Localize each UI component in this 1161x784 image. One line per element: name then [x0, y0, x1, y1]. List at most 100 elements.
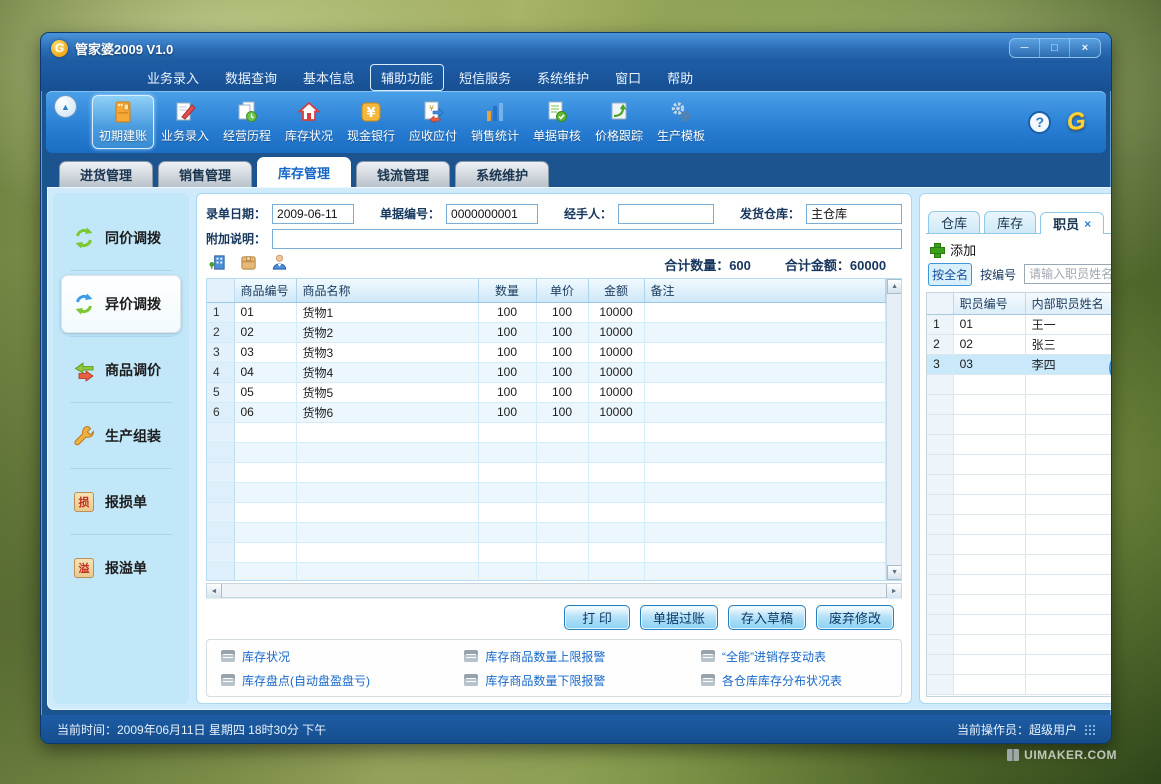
- tab-purchase-management[interactable]: 进货管理: [59, 161, 153, 187]
- note-label: 附加说明：: [206, 230, 266, 247]
- sidebar-item-loss-report[interactable]: 损 报损单: [61, 473, 181, 531]
- audit-icon: [544, 100, 570, 124]
- sidebar-label: 报损单: [105, 492, 147, 512]
- collapse-toolbar-icon[interactable]: ▲: [54, 95, 77, 118]
- table-row[interactable]: 303货物310010010000: [207, 342, 886, 362]
- list-item-selected[interactable]: 303李四: [927, 354, 1112, 374]
- maximize-icon[interactable]: □: [1040, 39, 1070, 57]
- menu-item-window[interactable]: 窗口: [604, 64, 652, 91]
- menu-item-sms-service[interactable]: 短信服务: [448, 64, 522, 91]
- horizontal-scrollbar[interactable]: ◄ ►: [206, 583, 902, 598]
- sidebar-item-diff-price-transfer[interactable]: 异价调拨: [61, 275, 181, 333]
- staff-search-input[interactable]: [1024, 264, 1112, 284]
- filter-by-code[interactable]: 按编号: [977, 264, 1019, 285]
- toolbar-item-cash-bank[interactable]: ¥ 现金银行: [340, 95, 402, 149]
- warehouse-input[interactable]: [806, 204, 902, 224]
- print-button[interactable]: 打 印: [564, 605, 630, 630]
- sidebar-label: 异价调拨: [105, 294, 161, 314]
- pen-paper-icon: [172, 100, 198, 124]
- scroll-right-icon[interactable]: ►: [886, 584, 901, 599]
- staff-picker-panel: × 仓库 库存 职员× 添加 按全名 按编号 搜索: [919, 193, 1112, 704]
- sidebar: 同价调拨 异价调拨 商品调价 生产组装 损: [53, 193, 189, 704]
- date-input[interactable]: [272, 204, 354, 224]
- toolbar-label: 现金银行: [347, 127, 395, 144]
- menu-item-aux-functions[interactable]: 辅助功能: [370, 64, 444, 91]
- same-price-transfer-icon: [72, 226, 96, 250]
- scroll-down-icon[interactable]: ▼: [887, 565, 902, 580]
- note-input[interactable]: [272, 229, 902, 249]
- add-label[interactable]: 添加: [950, 240, 976, 259]
- close-icon[interactable]: ×: [1070, 39, 1100, 57]
- tab-cashflow-management[interactable]: 钱流管理: [356, 161, 450, 187]
- tab-close-icon[interactable]: ×: [1084, 217, 1091, 231]
- table-row[interactable]: 505货物510010010000: [207, 382, 886, 402]
- table-row[interactable]: 202货物210010010000: [207, 322, 886, 342]
- post-document-button[interactable]: 单据过账: [640, 605, 718, 630]
- toolbar-item-production-template[interactable]: 生产模板: [650, 95, 712, 149]
- tab-sales-management[interactable]: 销售管理: [158, 161, 252, 187]
- toolbar-item-initial-setup[interactable]: 初期建账: [92, 95, 154, 149]
- toolbar-item-sales-stats[interactable]: 销售统计: [464, 95, 526, 149]
- tab-inventory-management[interactable]: 库存管理: [257, 157, 351, 187]
- status-current-time: 当前时间：2009年06月11日 星期四 18时30分 下午: [57, 721, 326, 738]
- toolbar-item-receivable-payable[interactable]: ¥ 应收应付: [402, 95, 464, 149]
- toolbar-item-business-history[interactable]: 经营历程: [216, 95, 278, 149]
- link-stock-lower-limit-alert[interactable]: 库存商品数量下限报警: [464, 672, 701, 689]
- table-row[interactable]: 404货物410010010000: [207, 362, 886, 382]
- item-grid: 商品编号 商品名称 数量 单价 金额 备注 101货物110010010000: [206, 278, 902, 581]
- save-draft-button[interactable]: 存入草稿: [728, 605, 806, 630]
- menu-item-system-maintenance[interactable]: 系统维护: [526, 64, 600, 91]
- list-item[interactable]: 101王一: [927, 314, 1112, 334]
- table-row[interactable]: 101货物110010010000: [207, 302, 886, 322]
- table-row[interactable]: 606货物610010010000: [207, 402, 886, 422]
- handler-label: 经手人：: [564, 205, 612, 222]
- col-staff-code: 职员编号: [953, 293, 1025, 314]
- scroll-left-icon[interactable]: ◄: [207, 584, 222, 599]
- tab-system-maintenance[interactable]: 系统维护: [455, 161, 549, 187]
- toolbar-item-inventory-status[interactable]: 库存状况: [278, 95, 340, 149]
- filter-by-fullname[interactable]: 按全名: [928, 263, 972, 286]
- goods-picker-icon[interactable]: [239, 253, 258, 277]
- add-icon[interactable]: [930, 243, 943, 256]
- vertical-scrollbar[interactable]: ▲ ▼: [886, 279, 901, 580]
- toolbar-label: 销售统计: [471, 127, 519, 144]
- history-icon: [234, 100, 260, 124]
- link-warehouse-distribution-report[interactable]: 各仓库库存分布状况表: [701, 672, 897, 689]
- picker-tab-warehouse[interactable]: 仓库: [928, 211, 980, 233]
- discard-changes-button[interactable]: 废弃修改: [816, 605, 894, 630]
- handler-input[interactable]: [618, 204, 714, 224]
- desktop: G 管家婆2009 V1.0 ─ □ × 业务录入 数据查询 基本信息 辅助功能…: [0, 0, 1161, 784]
- sidebar-item-same-price-transfer[interactable]: 同价调拨: [61, 209, 181, 267]
- resize-grip-icon[interactable]: [1085, 725, 1095, 735]
- loss-stamp-icon: 损: [72, 490, 96, 514]
- staff-picker-icon[interactable]: [270, 253, 289, 277]
- link-inventory-status[interactable]: 库存状况: [221, 648, 464, 665]
- staff-grid-header: 职员编号 内部职员姓名: [927, 293, 1112, 314]
- toolbar-label: 生产模板: [657, 127, 705, 144]
- list-item[interactable]: 202张三: [927, 334, 1112, 354]
- help-icon[interactable]: ?: [1028, 111, 1051, 134]
- picker-tab-staff[interactable]: 职员×: [1040, 212, 1104, 234]
- toolbar-item-business-entry[interactable]: 业务录入: [154, 95, 216, 149]
- link-allpowerful-flow-report[interactable]: “全能”进销存变动表: [701, 648, 897, 665]
- doc-no-input[interactable]: [446, 204, 538, 224]
- sidebar-item-overflow-report[interactable]: 溢 报溢单: [61, 539, 181, 597]
- sidebar-label: 商品调价: [105, 360, 161, 380]
- link-stocktaking[interactable]: 库存盘点(自动盘盈盘亏): [221, 672, 464, 689]
- menu-item-help[interactable]: 帮助: [656, 64, 704, 91]
- warehouse-picker-icon[interactable]: [208, 253, 227, 277]
- toolbar-item-price-tracking[interactable]: 价格跟踪: [588, 95, 650, 149]
- link-stock-upper-limit-alert[interactable]: 库存商品数量上限报警: [464, 648, 701, 665]
- menu-item-data-query[interactable]: 数据查询: [214, 64, 288, 91]
- status-current-operator: 当前操作员：超级用户: [957, 721, 1077, 738]
- menu-item-business-entry[interactable]: 业务录入: [136, 64, 210, 91]
- picker-tab-inventory[interactable]: 库存: [984, 211, 1036, 233]
- scroll-up-icon[interactable]: ▲: [887, 279, 902, 294]
- svg-text:¥: ¥: [366, 106, 375, 121]
- toolbar-item-document-audit[interactable]: 单据审核: [526, 95, 588, 149]
- actions-row: 打 印 单据过账 存入草稿 废弃修改: [206, 598, 902, 634]
- sidebar-item-production-assembly[interactable]: 生产组装: [61, 407, 181, 465]
- minimize-icon[interactable]: ─: [1010, 39, 1040, 57]
- menu-item-basic-info[interactable]: 基本信息: [292, 64, 366, 91]
- sidebar-item-price-adjustment[interactable]: 商品调价: [61, 341, 181, 399]
